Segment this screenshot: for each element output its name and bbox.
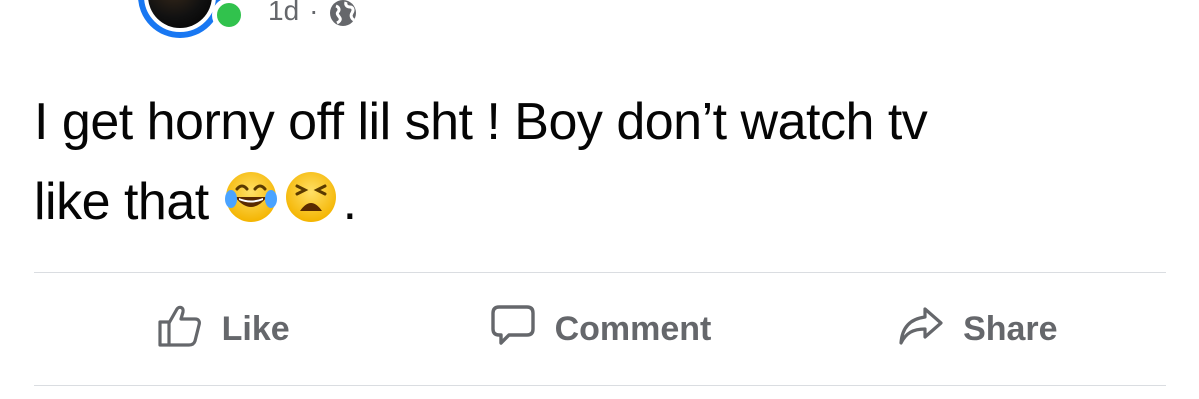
meta-separator: · (309, 0, 319, 26)
post-text: I get horny off lil sht ! Boy don’t watc… (34, 82, 1174, 242)
thumbs-up-icon (156, 301, 204, 358)
divider-bottom (34, 385, 1166, 386)
like-label: Like (221, 309, 290, 348)
online-status-dot (212, 0, 246, 32)
share-button[interactable]: Share (789, 273, 1166, 385)
tears-of-joy-emoji-icon (223, 168, 279, 224)
globe-icon (328, 0, 358, 28)
post-text-line-2: like that . (34, 162, 1174, 242)
action-bar: Like Comment Share (34, 273, 1166, 385)
post-time[interactable]: 1d (268, 0, 299, 27)
post-text-line-1: I get horny off lil sht ! Boy don’t watc… (34, 93, 928, 151)
share-arrow-icon (897, 301, 945, 358)
post-text-period: . (342, 173, 357, 231)
weary-face-emoji-icon (283, 168, 339, 224)
comment-label: Comment (554, 309, 712, 348)
comment-bubble-icon (489, 301, 537, 358)
like-button[interactable]: Like (34, 273, 411, 385)
post-text-line-2-words: like that (34, 173, 209, 231)
post-meta: 1d · (268, 0, 358, 30)
comment-button[interactable]: Comment (411, 273, 788, 385)
share-label: Share (963, 309, 1058, 348)
